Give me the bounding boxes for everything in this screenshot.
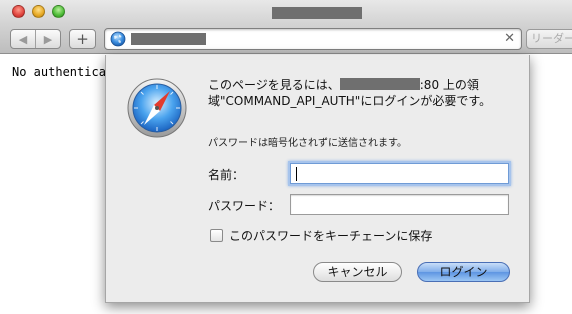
- name-field[interactable]: [290, 163, 509, 184]
- name-label: 名前：: [208, 168, 245, 182]
- remember-password-row[interactable]: このパスワードをキーチェーンに保存: [210, 227, 432, 244]
- clear-address-icon[interactable]: ✕: [504, 31, 515, 47]
- remember-password-checkbox[interactable]: [210, 229, 223, 242]
- url-redacted: [131, 33, 206, 45]
- browser-toolbar: ◀ ▶ + ✕ リーダー: [0, 24, 572, 54]
- password-label: パスワード：: [208, 199, 281, 213]
- login-button[interactable]: ログイン: [417, 262, 510, 282]
- minimize-window-button[interactable]: [32, 5, 45, 18]
- auth-message: このページを見るには、:80 上の領域"COMMAND_API_AUTH"にログ…: [208, 77, 518, 109]
- globe-icon: [110, 31, 126, 47]
- safari-compass-icon: [127, 78, 187, 138]
- remember-password-label[interactable]: このパスワードをキーチェーンに保存: [229, 227, 432, 244]
- text-caret: [296, 167, 297, 181]
- window-title-redacted: [272, 7, 362, 19]
- address-bar[interactable]: ✕: [104, 28, 522, 50]
- auth-message-prefix: このページを見るには、: [208, 78, 340, 92]
- password-field[interactable]: [290, 194, 509, 215]
- back-forward-group: ◀ ▶: [10, 29, 61, 49]
- auth-sub-message: パスワードは暗号化されずに送信されます。: [208, 138, 407, 149]
- add-bookmark-button[interactable]: +: [69, 29, 96, 49]
- window-titlebar: [0, 0, 572, 24]
- close-window-button[interactable]: [12, 5, 25, 18]
- zoom-window-button[interactable]: [52, 5, 65, 18]
- auth-dialog: このページを見るには、:80 上の領域"COMMAND_API_AUTH"にログ…: [105, 55, 530, 303]
- forward-button[interactable]: ▶: [35, 30, 60, 48]
- reader-button[interactable]: リーダー: [526, 29, 572, 49]
- cancel-button[interactable]: キャンセル: [313, 262, 402, 282]
- back-button[interactable]: ◀: [11, 30, 35, 48]
- host-redacted: [339, 78, 420, 90]
